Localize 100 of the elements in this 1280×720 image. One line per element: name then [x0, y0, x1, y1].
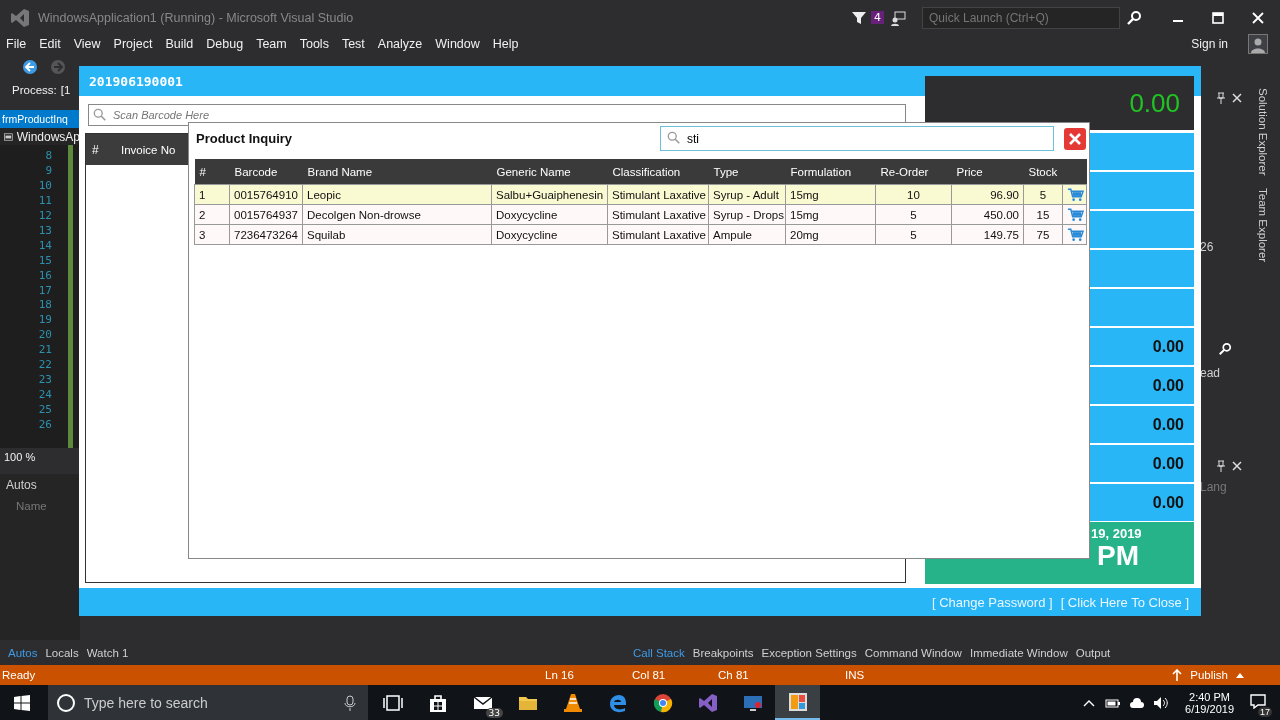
product-row[interactable]: 2 0015764937 Decolgen Non-drowse Doxycycline Stimulant Laxative Syrup - Drops 15mg 5 450.00 15: [194, 204, 1087, 225]
search-icon[interactable]: [1218, 342, 1232, 356]
document-tab[interactable]: frmProductInq: [0, 109, 80, 128]
panel-tab[interactable]: Locals: [41, 646, 83, 659]
line-number: 23: [37, 373, 52, 388]
close-icon[interactable]: [1231, 92, 1243, 104]
close-icon[interactable]: [1250, 9, 1266, 26]
sign-in-link[interactable]: Sign in: [1191, 37, 1228, 51]
table-cell: Stimulant Laxative: [607, 184, 709, 205]
menu-item[interactable]: File: [0, 37, 34, 51]
panel-tab[interactable]: Breakpoints: [688, 646, 758, 659]
cart-icon[interactable]: [1067, 227, 1084, 242]
column-header: Generic Name: [491, 159, 608, 185]
status-item: Col 81: [632, 669, 667, 681]
caret-icon[interactable]: [1236, 672, 1244, 678]
menu-item[interactable]: Project: [107, 37, 160, 51]
windows-start-icon[interactable]: [14, 694, 30, 711]
menu-item[interactable]: Test: [335, 37, 372, 51]
menu-item[interactable]: Help: [486, 37, 526, 51]
panel-text: ead: [1200, 366, 1222, 380]
filter-icon[interactable]: [851, 9, 867, 26]
menu-item[interactable]: Debug: [200, 37, 251, 51]
back-icon[interactable]: [22, 58, 38, 75]
pin-icon[interactable]: [1215, 92, 1227, 104]
column-header: Classification: [607, 159, 709, 185]
microphone-icon[interactable]: [344, 694, 356, 711]
line-number: 8: [44, 149, 52, 165]
panel-tab[interactable]: Output: [1071, 646, 1115, 659]
line-number: 16: [37, 268, 52, 284]
zoom-level[interactable]: 100 %: [4, 450, 36, 463]
side-tab[interactable]: Team Explorer: [1256, 187, 1269, 262]
search-icon: [93, 108, 107, 122]
menu-item[interactable]: Window: [429, 37, 487, 51]
panel-tab[interactable]: Exception Settings: [757, 646, 861, 659]
panel-tab[interactable]: Command Window: [860, 646, 966, 659]
side-tab[interactable]: Solution Explorer: [1256, 88, 1269, 176]
line-number: 25: [37, 402, 52, 418]
column-header: Invoice No: [121, 143, 176, 156]
search-icon: [667, 131, 681, 145]
pin-icon[interactable]: [1215, 460, 1227, 472]
account-icon[interactable]: [1248, 34, 1268, 54]
panel-tab[interactable]: Watch 1: [82, 646, 133, 659]
panel-text: 26: [1200, 240, 1215, 254]
menu-item[interactable]: View: [67, 37, 108, 51]
column-header: Re-Order: [875, 159, 952, 185]
notification-icon[interactable]: [1250, 692, 1266, 709]
quick-launch-field[interactable]: Quick Launch (Ctrl+Q): [922, 6, 1120, 29]
clock-time[interactable]: 2:40 PM: [1189, 690, 1230, 703]
table-cell: Salbu+Guaiphenesin: [491, 184, 608, 205]
menu-item[interactable]: Team: [250, 37, 294, 51]
maximize-icon[interactable]: [1210, 9, 1226, 26]
column-header: Price: [951, 159, 1024, 185]
close-icon[interactable]: [1231, 460, 1243, 472]
search-icon[interactable]: [1126, 9, 1142, 26]
status-item: Ln 16: [545, 669, 575, 681]
total-display: 0.00: [925, 76, 1194, 130]
column-header: Type: [708, 159, 786, 185]
panel-tab[interactable]: Immediate Window: [965, 646, 1072, 659]
application-icon[interactable]: [786, 690, 809, 713]
traffic-cone-icon[interactable]: [561, 691, 584, 714]
line-number: 24: [37, 387, 52, 403]
process-label: Process:: [12, 83, 57, 96]
status-text: Ready: [2, 669, 37, 681]
column-header: Formulation: [785, 159, 876, 185]
panel-tab[interactable]: Call Stack: [629, 646, 689, 659]
publish-button[interactable]: Publish: [1190, 669, 1228, 681]
date-text: 19, 2019: [1091, 526, 1143, 541]
product-row[interactable]: 1 0015764910 Leopic Salbu+Guaiphenesin Stimulant Laxative Syrup - Adult 15mg 10 96.90 5: [194, 184, 1087, 205]
time-text: PM: [1097, 541, 1140, 571]
clock-date[interactable]: 6/19/2019: [1185, 702, 1234, 715]
column-header: Stock: [1023, 159, 1063, 185]
menu-item[interactable]: Edit: [33, 37, 68, 51]
cortana-icon: [56, 692, 76, 713]
line-number: 14: [37, 238, 52, 254]
cart-icon[interactable]: [1067, 207, 1084, 222]
line-number: 10: [37, 179, 52, 195]
line-number: 12: [37, 209, 52, 224]
table-cell: 5: [1023, 184, 1063, 205]
panel-tab[interactable]: Autos: [4, 646, 42, 659]
product-row[interactable]: 3 7236473264 Squilab Doxycycline Stimulant Laxative Ampule 20mg 5 149.75 75: [194, 224, 1087, 245]
taskbar-search-field[interactable]: Type here to search: [48, 685, 368, 720]
line-number: 13: [37, 223, 52, 239]
line-number: 20: [37, 328, 52, 344]
visual-studio-icon[interactable]: [696, 691, 719, 714]
process-value: [1: [60, 83, 71, 96]
status-item: Ch 81: [718, 669, 750, 681]
product-search-field[interactable]: sti: [660, 126, 1054, 151]
menu-item[interactable]: Build: [159, 37, 201, 51]
chrome-browser-icon[interactable]: [651, 691, 674, 714]
line-number: 22: [37, 358, 52, 373]
mail-badge: 33: [485, 708, 503, 718]
line-number: 9: [44, 164, 52, 180]
menu-item[interactable]: Tools: [293, 37, 336, 51]
table-cell: 96.90: [951, 184, 1024, 205]
menu-item[interactable]: Analyze: [371, 37, 430, 51]
table-cell: Syrup - Adult: [708, 184, 786, 205]
line-number: 19: [37, 313, 52, 329]
close-button[interactable]: [1064, 127, 1086, 150]
cart-icon[interactable]: [1067, 187, 1084, 202]
feedback-icon[interactable]: [890, 9, 906, 26]
